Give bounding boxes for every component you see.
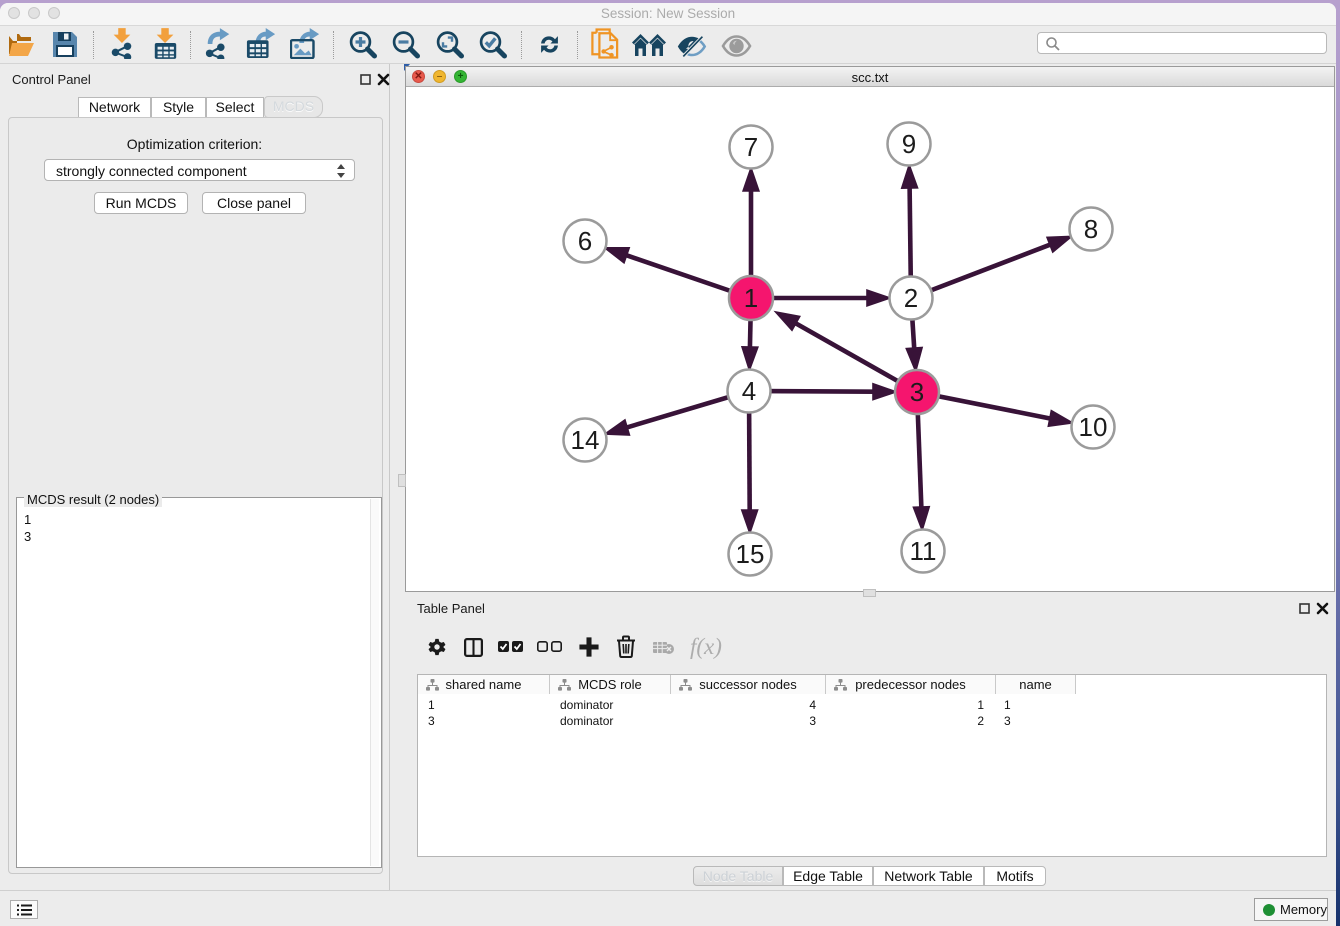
svg-text:9: 9: [902, 129, 916, 159]
svg-text:4: 4: [742, 376, 756, 406]
svg-text:10: 10: [1079, 412, 1108, 442]
svg-text:8: 8: [1084, 214, 1098, 244]
svg-text:2: 2: [904, 283, 918, 313]
svg-text:6: 6: [578, 226, 592, 256]
svg-text:11: 11: [910, 536, 937, 566]
svg-text:14: 14: [571, 425, 600, 455]
svg-text:15: 15: [736, 539, 765, 569]
svg-text:1: 1: [744, 283, 758, 313]
svg-text:7: 7: [744, 132, 758, 162]
svg-text:3: 3: [910, 377, 924, 407]
